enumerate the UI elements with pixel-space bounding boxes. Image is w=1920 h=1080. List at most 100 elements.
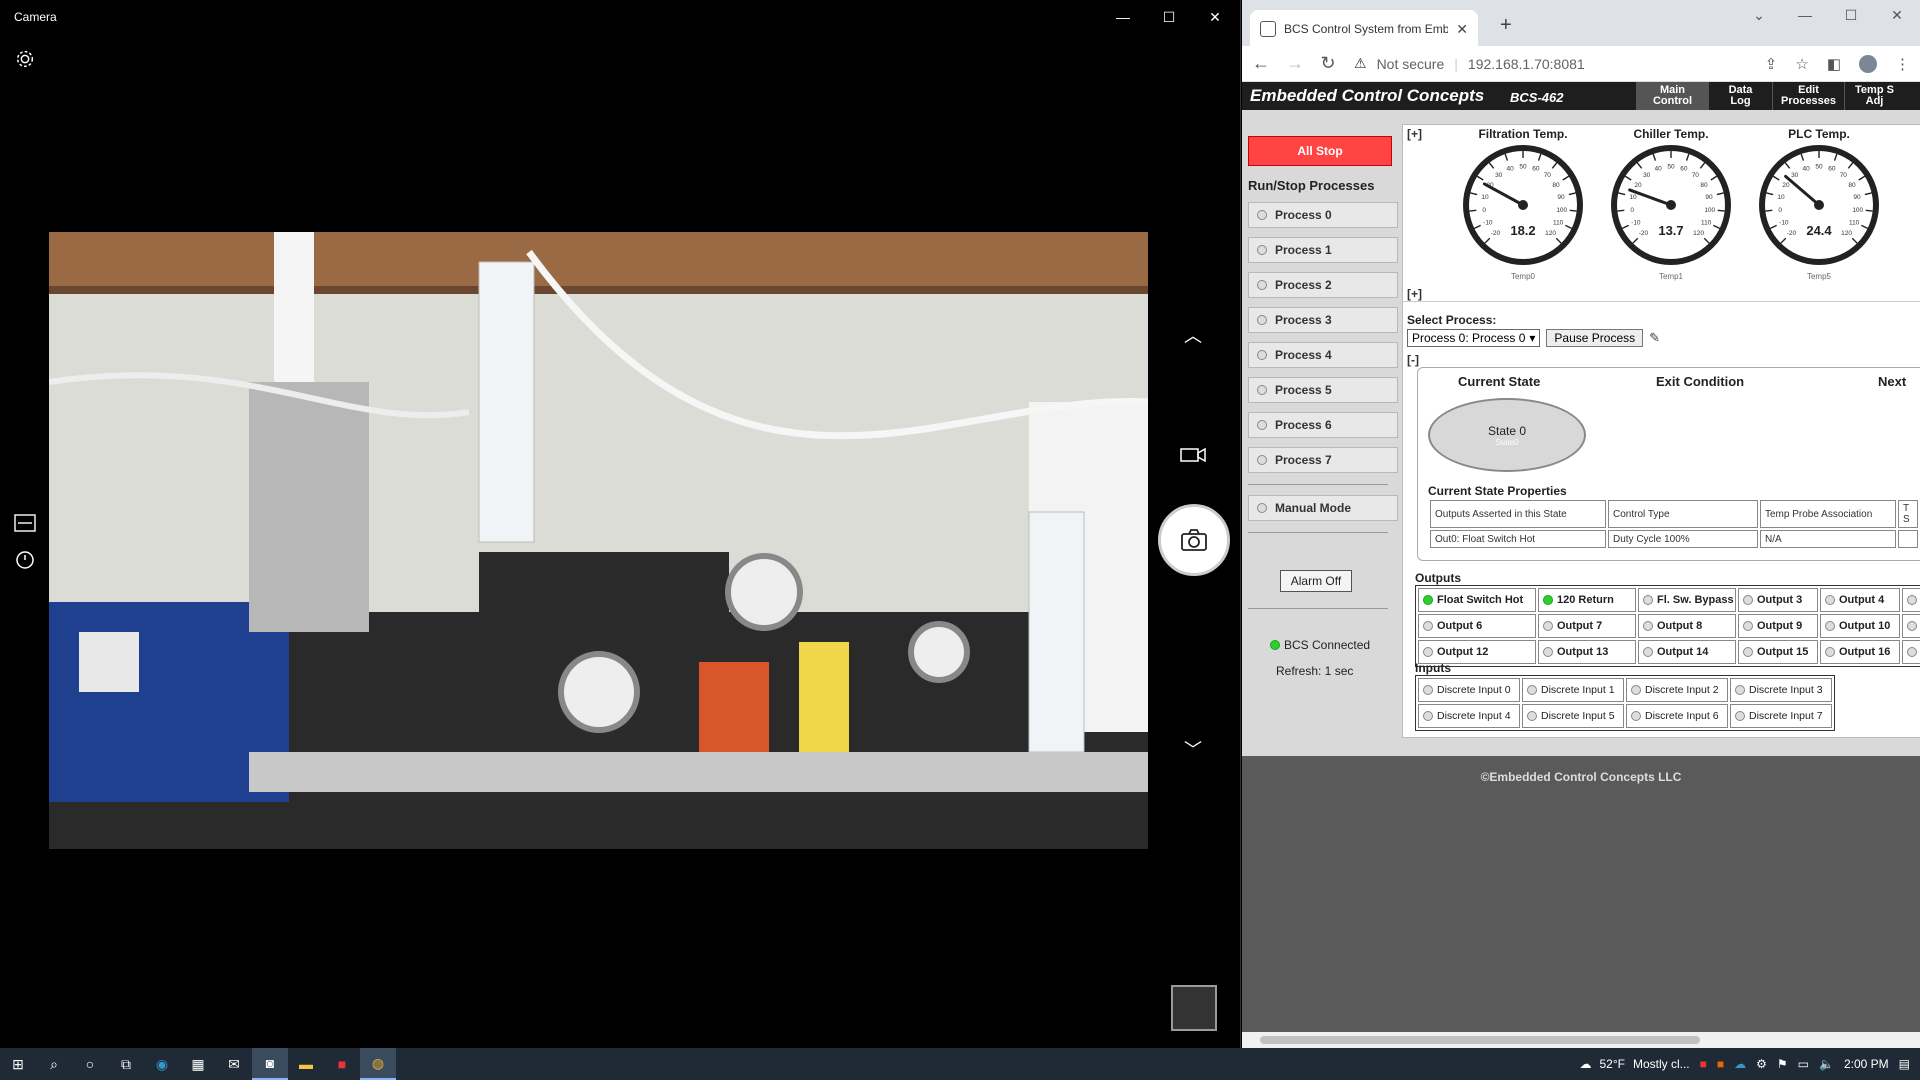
notifications-icon[interactable]: ▤: [1899, 1057, 1910, 1071]
output-label: Fl. Sw. Bypass: [1657, 594, 1734, 606]
output-toggle[interactable]: O: [1902, 640, 1920, 664]
process-button[interactable]: Process 2: [1248, 272, 1398, 298]
process-button[interactable]: Process 7: [1248, 447, 1398, 473]
edit-pencil-icon[interactable]: ✎: [1649, 330, 1660, 346]
horizontal-scrollbar[interactable]: [1242, 1032, 1920, 1048]
edge-icon[interactable]: ◉: [144, 1048, 180, 1080]
status-led: [1257, 350, 1267, 360]
output-toggle[interactable]: Float Switch Hot: [1418, 588, 1536, 612]
tab-edit-processes[interactable]: Edit Processes: [1772, 82, 1844, 110]
browser-tab[interactable]: BCS Control System from Embed ✕: [1250, 10, 1478, 48]
menu-kebab-icon[interactable]: ⋮: [1895, 55, 1910, 73]
process-button[interactable]: Process 0: [1248, 202, 1398, 228]
clock-time[interactable]: 2:00 PM: [1844, 1057, 1889, 1071]
all-stop-button[interactable]: All Stop: [1248, 136, 1392, 166]
volume-icon[interactable]: 🔈: [1819, 1057, 1834, 1071]
gauge-tick-label: -20: [1491, 230, 1501, 237]
profile-avatar[interactable]: [1859, 54, 1877, 73]
reload-icon[interactable]: ↻: [1320, 53, 1336, 74]
input-label: Discrete Input 7: [1749, 710, 1823, 722]
minimize-button[interactable]: —: [1100, 0, 1146, 34]
process-button[interactable]: Process 6: [1248, 412, 1398, 438]
bookmark-star-icon[interactable]: ☆: [1795, 55, 1808, 73]
status-led: [1423, 647, 1433, 657]
camera-app-icon[interactable]: ◙: [252, 1048, 288, 1080]
chevron-up-icon[interactable]: ︿: [1184, 322, 1202, 348]
status-led: [1257, 385, 1267, 395]
output-toggle[interactable]: Output 10: [1820, 614, 1900, 638]
output-toggle[interactable]: Output 3: [1738, 588, 1818, 612]
chevron-down-icon[interactable]: ﹀: [1184, 736, 1202, 762]
pause-process-button[interactable]: Pause Process: [1546, 329, 1644, 347]
back-icon[interactable]: ←: [1252, 53, 1270, 74]
camera-icon: [1181, 529, 1207, 551]
maximize-button[interactable]: ☐: [1146, 0, 1192, 34]
forward-icon[interactable]: →: [1286, 53, 1304, 74]
onedrive-icon[interactable]: ☁: [1734, 1057, 1746, 1071]
search-icon[interactable]: ⌕: [36, 1048, 72, 1080]
process-select[interactable]: Process 0: Process 0 ▾: [1407, 329, 1541, 347]
windows-start-icon[interactable]: ⊞: [0, 1048, 36, 1080]
tray-app-icon[interactable]: ■: [1700, 1057, 1707, 1071]
hdr-icon[interactable]: [14, 514, 36, 532]
table-cell: Duty Cycle 100%: [1608, 530, 1758, 548]
process-button[interactable]: Process 1: [1248, 237, 1398, 263]
output-toggle[interactable]: Output 4: [1820, 588, 1900, 612]
output-toggle[interactable]: Output 15: [1738, 640, 1818, 664]
output-toggle[interactable]: Output 16: [1820, 640, 1900, 664]
side-panel-icon[interactable]: ◧: [1827, 55, 1841, 73]
close-button[interactable]: ✕: [1874, 0, 1920, 30]
share-icon[interactable]: ⇪: [1765, 55, 1778, 73]
network-icon[interactable]: ▭: [1798, 1057, 1809, 1071]
output-toggle[interactable]: Output 13: [1538, 640, 1636, 664]
bluetooth-icon[interactable]: ⚑: [1777, 1057, 1788, 1071]
manual-mode-button[interactable]: Manual Mode: [1248, 495, 1398, 521]
weather-widget[interactable]: ☁ 52°F Mostly cl...: [1579, 1057, 1689, 1071]
store-icon[interactable]: ▦: [180, 1048, 216, 1080]
output-toggle[interactable]: O: [1902, 614, 1920, 638]
tab-search-icon[interactable]: ⌄: [1736, 0, 1782, 30]
gear-icon[interactable]: [14, 48, 36, 70]
minimize-button[interactable]: —: [1782, 0, 1828, 30]
last-photo-thumbnail[interactable]: [1171, 985, 1217, 1031]
file-explorer-icon[interactable]: ▬: [288, 1048, 324, 1080]
tab-close-icon[interactable]: ✕: [1456, 21, 1468, 38]
tab-temp-adjust[interactable]: Temp S Adj: [1844, 82, 1904, 110]
task-view-icon[interactable]: ⧉: [108, 1048, 144, 1080]
output-toggle[interactable]: Output 6: [1418, 614, 1536, 638]
cortana-icon[interactable]: ○: [72, 1048, 108, 1080]
gauge-filtration: Filtration Temp. -20-1001020304050607080…: [1461, 127, 1585, 281]
process-button[interactable]: Process 5: [1248, 377, 1398, 403]
close-button[interactable]: ✕: [1192, 0, 1238, 34]
expand-section-toggle[interactable]: [+]: [1407, 287, 1422, 301]
media-app-icon[interactable]: ■: [324, 1048, 360, 1080]
mail-icon[interactable]: ✉: [216, 1048, 252, 1080]
collapse-section-toggle[interactable]: [-]: [1407, 353, 1419, 367]
video-mode-icon[interactable]: [1180, 448, 1206, 462]
photo-shutter-button[interactable]: [1158, 504, 1230, 576]
alarm-off-button[interactable]: Alarm Off: [1280, 570, 1352, 592]
tab-data-log[interactable]: Data Log: [1708, 82, 1772, 110]
expand-gauges-toggle[interactable]: [+]: [1407, 127, 1422, 141]
output-toggle[interactable]: Output 7: [1538, 614, 1636, 638]
new-tab-button[interactable]: +: [1500, 14, 1512, 37]
maximize-button[interactable]: ☐: [1828, 0, 1874, 30]
process-button[interactable]: Process 4: [1248, 342, 1398, 368]
scrollbar-thumb[interactable]: [1260, 1036, 1700, 1044]
tray-app-icon[interactable]: ■: [1717, 1057, 1724, 1071]
process-label: Process 4: [1275, 348, 1332, 362]
output-toggle[interactable]: O: [1902, 588, 1920, 612]
output-toggle[interactable]: Output 8: [1638, 614, 1736, 638]
output-toggle[interactable]: Output 9: [1738, 614, 1818, 638]
gauge-dial: -20-10010203040 50 6070809010011012024.4: [1759, 145, 1879, 265]
process-button[interactable]: Process 3: [1248, 307, 1398, 333]
timer-icon[interactable]: [14, 548, 36, 570]
chrome-icon[interactable]: ◍: [360, 1048, 396, 1080]
output-toggle[interactable]: Output 14: [1638, 640, 1736, 664]
tray-app-icon[interactable]: ⚙: [1756, 1057, 1767, 1071]
address-bar[interactable]: ⚠ Not secure | 192.168.1.70:8081: [1354, 55, 1747, 72]
tab-main-control[interactable]: Main Control: [1636, 82, 1708, 110]
output-toggle[interactable]: Fl. Sw. Bypass: [1638, 588, 1736, 612]
output-toggle[interactable]: 120 Return: [1538, 588, 1636, 612]
current-state-node[interactable]: State 0 State0: [1428, 398, 1586, 472]
